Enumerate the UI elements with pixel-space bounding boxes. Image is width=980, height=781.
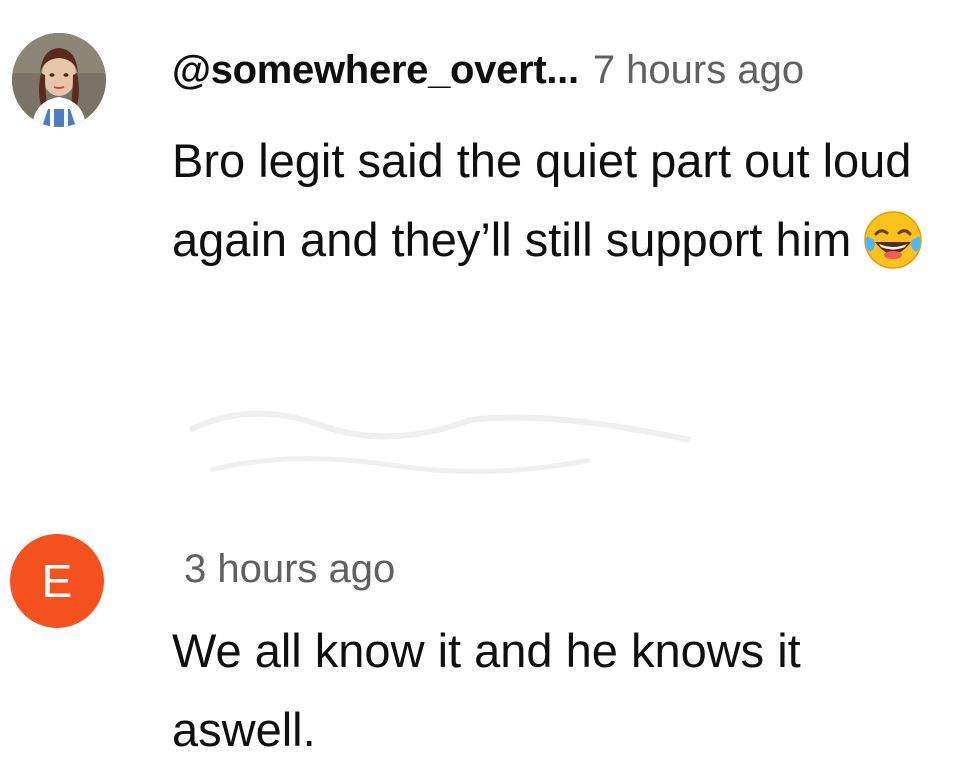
comment-body: Bro legit said the quiet part out loud a… (172, 134, 912, 266)
avatar-initial: E (41, 555, 73, 607)
user-avatar[interactable]: E (10, 534, 104, 628)
avatar-photo-icon (12, 33, 106, 127)
comment-header: @somewhere_overt... 7 hours ago (172, 46, 804, 94)
comment-body: We all know it and he knows it aswell. (172, 624, 801, 756)
comment-timestamp: 7 hours ago (592, 48, 805, 92)
comment-text: We all know it and he knows it aswell. (172, 611, 952, 769)
comment-text: Bro legit said the quiet part out loud a… (172, 121, 962, 279)
faint-background-mark (188, 410, 691, 474)
user-avatar[interactable] (12, 33, 106, 127)
comment-item: @somewhere_overt... 7 hours ago Bro legit… (0, 0, 980, 500)
comment-header: 3 hours ago (184, 545, 395, 593)
face-with-tears-of-joy-icon (861, 208, 925, 272)
comment-timestamp: 3 hours ago (184, 547, 396, 591)
author-handle[interactable]: @somewhere_overt... (172, 48, 579, 92)
comment-item: E 3 hours ago We all know it and he know… (0, 520, 980, 781)
